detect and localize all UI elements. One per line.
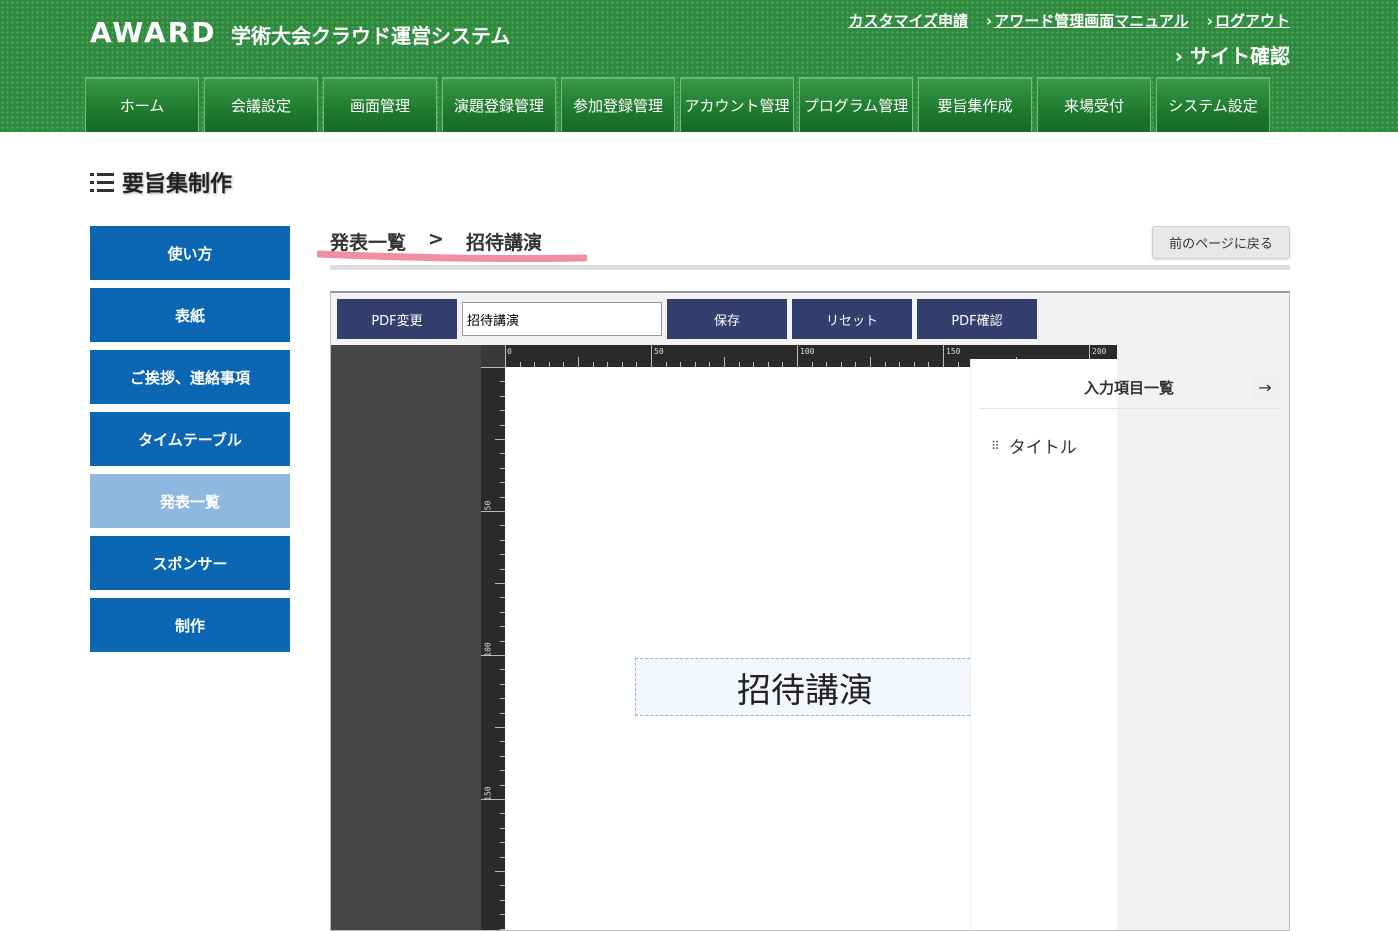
ruler-tick	[495, 439, 505, 440]
chevron-right-icon: ›	[986, 12, 993, 30]
canvas-title-field[interactable]: 招待講演	[635, 658, 975, 716]
header: AWARD 学術大会クラウド運営システム カスタマイズ申請 › アワード管理画面マ…	[0, 0, 1398, 132]
site-check-link[interactable]: › サイト確認	[1175, 40, 1290, 69]
ruler-tick	[495, 727, 505, 728]
ruler-left-label: 150	[483, 786, 493, 801]
ruler-top-label: 50	[654, 347, 664, 356]
system-title: 学術大会クラウド運営システム	[231, 24, 511, 48]
logout-link[interactable]: › ログアウト	[1207, 10, 1290, 31]
nav-tab-abstract-registration[interactable]: 演題登録管理	[442, 77, 556, 132]
ruler-tick	[870, 357, 871, 367]
arrow-right-icon[interactable]: →	[1251, 373, 1279, 401]
panel-item-title[interactable]: ⠿ タイトル	[991, 433, 1077, 458]
panel-header: 入力項目一覧 →	[979, 359, 1279, 409]
breadcrumb-separator: >	[428, 228, 444, 250]
nav-tab-participant-registration[interactable]: 参加登録管理	[561, 77, 675, 132]
nav-tab-screen-management[interactable]: 画面管理	[323, 77, 437, 132]
ruler-tick	[651, 345, 652, 367]
ruler-left-label: 100	[483, 642, 493, 657]
customize-request-link[interactable]: カスタマイズ申請	[848, 10, 968, 31]
breadcrumb-presentation-list[interactable]: 発表一覧	[330, 228, 406, 255]
ruler-left: 50 100 150	[481, 367, 505, 930]
ruler-top-label: 0	[507, 347, 512, 356]
nav-tab-conference-settings[interactable]: 会議設定	[204, 77, 318, 132]
template-name-input[interactable]	[462, 302, 662, 336]
sidebar-item-presentation-list[interactable]: 発表一覧	[90, 474, 290, 528]
main-nav: ホーム 会議設定 画面管理 演題登録管理 参加登録管理 アカウント管理 プログラ…	[85, 77, 1270, 132]
nav-tab-home[interactable]: ホーム	[85, 77, 199, 132]
nav-tab-abstract-book[interactable]: 要旨集作成	[918, 77, 1032, 132]
reset-button[interactable]: リセット	[792, 299, 912, 339]
sidebar-item-production[interactable]: 制作	[90, 598, 290, 652]
award-logo[interactable]: AWARD	[90, 16, 217, 49]
ruler-top-label: 150	[946, 347, 961, 356]
ruler-top-label: 100	[800, 347, 815, 356]
nav-tab-reception[interactable]: 来場受付	[1037, 77, 1151, 132]
list-icon	[90, 171, 114, 193]
nav-tab-system-settings[interactable]: システム設定	[1156, 77, 1270, 132]
input-fields-panel: 入力項目一覧 → ⠿ タイトル	[970, 359, 1289, 930]
ruler-tick	[505, 345, 506, 367]
manual-link[interactable]: › アワード管理画面マニュアル	[986, 10, 1189, 31]
sidebar-item-timetable[interactable]: タイムテーブル	[90, 412, 290, 466]
sidebar: 使い方 表紙 ご挨拶、連絡事項 タイムテーブル 発表一覧 スポンサー 制作	[90, 226, 290, 660]
save-button[interactable]: 保存	[667, 299, 787, 339]
top-links: カスタマイズ申請 › アワード管理画面マニュアル › ログアウト	[848, 10, 1290, 31]
ruler-tick	[495, 871, 505, 872]
ruler-tick	[495, 583, 505, 584]
page-title-text: 要旨集制作	[122, 172, 233, 197]
pdf-editor: PDF変更 保存 リセット PDF確認 0 50 100 150 200 50 …	[330, 291, 1290, 931]
sidebar-item-sponsors[interactable]: スポンサー	[90, 536, 290, 590]
ruler-tick	[943, 345, 944, 367]
back-button[interactable]: 前のページに戻る	[1152, 226, 1290, 259]
chevron-right-icon: ›	[1174, 44, 1190, 68]
panel-title: 入力項目一覧	[1083, 379, 1174, 397]
ruler-tick	[481, 367, 505, 368]
nav-tab-program-management[interactable]: プログラム管理	[799, 77, 913, 132]
chevron-right-icon: ›	[1206, 12, 1213, 30]
sidebar-item-cover[interactable]: 表紙	[90, 288, 290, 342]
ruler-tick	[481, 511, 505, 512]
breadcrumb-divider	[330, 265, 1290, 270]
pdf-change-button[interactable]: PDF変更	[337, 299, 457, 339]
sidebar-item-usage[interactable]: 使い方	[90, 226, 290, 280]
breadcrumb: 発表一覧 > 招待講演	[330, 228, 542, 255]
ruler-tick	[797, 345, 798, 367]
ruler-tick	[724, 357, 725, 367]
ruler-left-label: 50	[483, 500, 493, 511]
ruler-tick	[578, 357, 579, 367]
pdf-check-button[interactable]: PDF確認	[917, 299, 1037, 339]
panel-item-label: タイトル	[1008, 438, 1077, 458]
breadcrumb-current: 招待講演	[465, 232, 542, 254]
sidebar-item-greetings[interactable]: ご挨拶、連絡事項	[90, 350, 290, 404]
page-title: 要旨集制作	[90, 166, 232, 198]
editor-toolbar: PDF変更 保存 リセット PDF確認	[331, 293, 1289, 345]
drag-handle-icon[interactable]: ⠿	[991, 439, 1000, 453]
ruler-top-label: 200	[1092, 347, 1107, 356]
nav-tab-account-management[interactable]: アカウント管理	[680, 77, 794, 132]
